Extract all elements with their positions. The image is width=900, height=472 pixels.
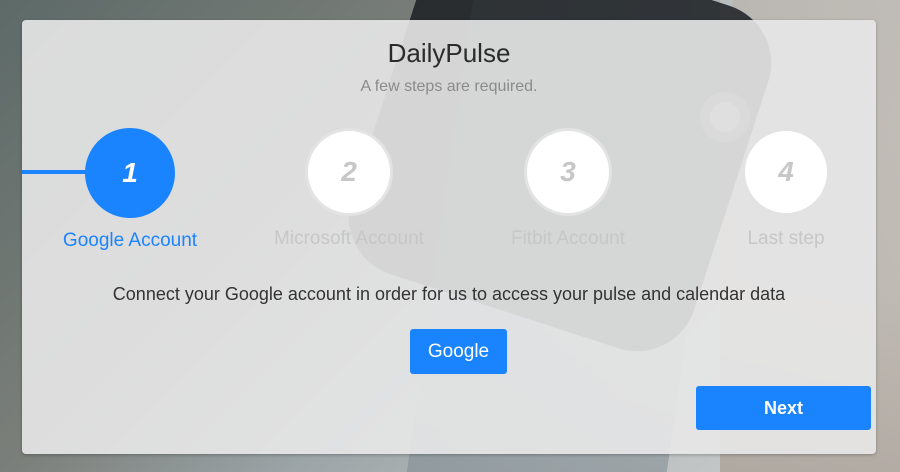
step-google-account[interactable]: 1 Google Account: [40, 128, 220, 252]
google-connect-button[interactable]: Google: [410, 329, 507, 374]
step-number-circle: 1: [85, 128, 175, 218]
step-label: Last step: [747, 228, 825, 249]
step-number: 3: [560, 156, 576, 187]
setup-wizard-card: DailyPulse A few steps are required. 1 G…: [22, 20, 876, 454]
step-number-circle: 4: [742, 128, 830, 216]
app-subtitle: A few steps are required.: [360, 78, 538, 95]
step-number: 4: [778, 156, 794, 187]
step-instructions: Connect your Google account in order for…: [112, 284, 786, 304]
step-fitbit-account[interactable]: 3 Fitbit Account: [478, 128, 658, 250]
step-number: 2: [341, 156, 357, 187]
step-microsoft-account[interactable]: 2 Microsoft Account: [259, 128, 439, 250]
app-title: DailyPulse: [387, 38, 511, 68]
step-label: Fitbit Account: [510, 228, 626, 249]
next-button[interactable]: Next: [696, 386, 871, 430]
step-number: 1: [122, 157, 138, 188]
step-last-step[interactable]: 4 Last step: [696, 128, 876, 250]
step-number-circle: 3: [524, 128, 612, 216]
step-number-circle: 2: [305, 128, 393, 216]
step-label: Google Account: [62, 230, 198, 251]
step-label: Microsoft Account: [274, 228, 424, 249]
